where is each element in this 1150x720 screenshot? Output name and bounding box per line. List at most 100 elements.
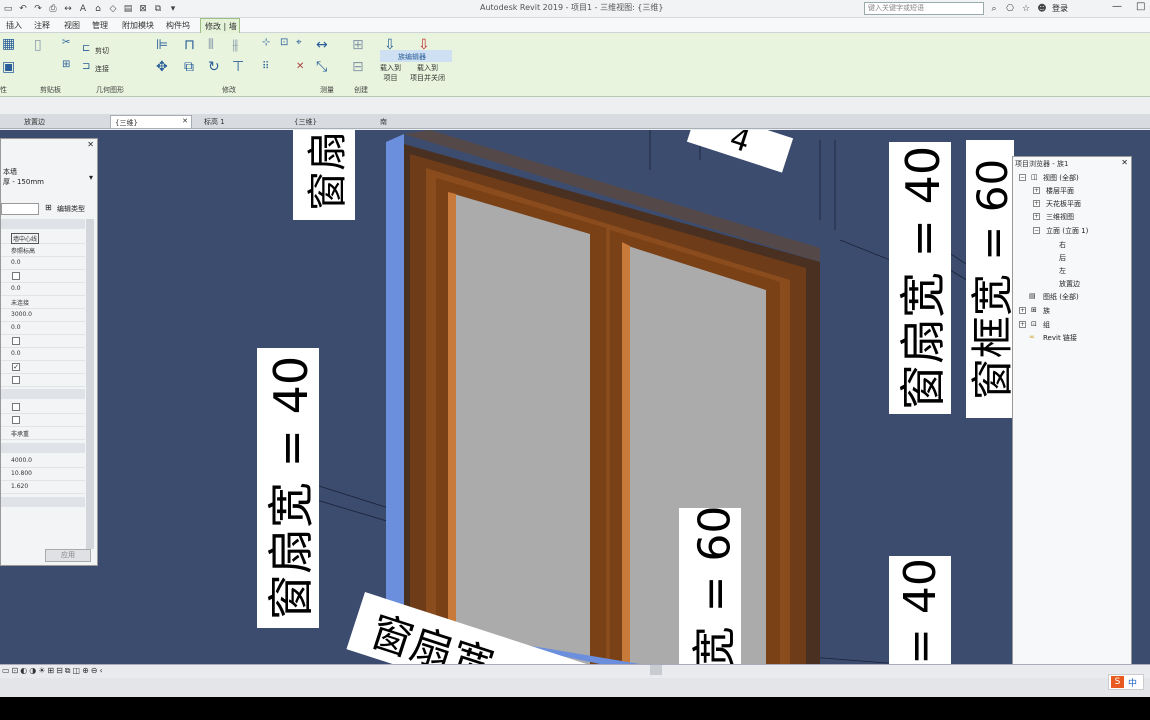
match-type-icon[interactable]: ⊞ <box>62 59 70 70</box>
tab-insert[interactable]: 插入 <box>6 20 22 31</box>
split-icon[interactable]: ⊹ <box>262 37 270 48</box>
view-control-icons[interactable]: ▭⊡◐◑☀⊞⊟⧉◫⊕⊖‹ <box>2 666 105 676</box>
checkbox[interactable] <box>12 403 20 411</box>
3d-viewport[interactable]: 窗扇 4 窗扇宽 = 40 窗扇宽 = 40 宽 = 60 窗扇宽 = 40 窗… <box>0 130 1150 664</box>
prop-row-room-bounding[interactable]: ✓ <box>1 361 85 374</box>
measure-icon[interactable]: ↔ <box>62 4 74 15</box>
tree-item-3d-views[interactable]: 三维视图 <box>1046 212 1074 222</box>
mirror-axis-icon[interactable]: ⫴ <box>208 37 214 53</box>
type-subtitle[interactable]: 厚 - 150mm <box>3 177 44 187</box>
tab-view-place-edge[interactable]: 放置边 <box>20 115 49 128</box>
properties-scrollbar[interactable] <box>86 219 94 549</box>
collapse-icon[interactable]: − <box>1033 227 1040 234</box>
tab-addins[interactable]: 附加模块 <box>122 20 154 31</box>
collapse-icon[interactable]: − <box>1019 174 1026 181</box>
tree-item-ceiling-plans[interactable]: 天花板平面 <box>1046 199 1081 209</box>
3d-view-icon[interactable]: ⌂ <box>92 4 104 15</box>
chevron-down-icon[interactable]: ▾ <box>89 173 93 182</box>
trim-icon[interactable]: ⊤ <box>232 59 244 75</box>
array-icon[interactable]: ⠿ <box>262 61 269 72</box>
tree-item-views[interactable]: 视图 (全部) <box>1043 173 1079 183</box>
prop-row-unconnected-height[interactable]: 3000.0 <box>1 309 85 322</box>
checkbox-checked[interactable]: ✓ <box>12 363 20 371</box>
prop-row-base-attached[interactable] <box>1 270 85 283</box>
close-icon[interactable]: ✕ <box>182 117 188 125</box>
tab-view-3d-2[interactable]: {三维} <box>290 115 321 128</box>
properties-icon[interactable]: ▣ <box>2 59 15 75</box>
prop-row-base-constraint[interactable]: 参照标高 <box>1 244 85 257</box>
close-icon[interactable]: ✕ <box>1121 158 1128 167</box>
horizontal-scrollbar-thumb[interactable] <box>650 665 662 675</box>
move-icon[interactable]: ✥ <box>156 59 168 75</box>
dimension-icon[interactable]: ⤡ <box>316 59 327 75</box>
load-into-project-button[interactable]: 载入到 项目 <box>380 63 401 83</box>
tree-item-left[interactable]: 左 <box>1059 266 1066 276</box>
tab-modify-wall[interactable]: 修改 | 墙 <box>200 18 240 33</box>
join-geometry-label[interactable]: 连接 <box>95 64 109 74</box>
copy-icon[interactable]: ⧉ <box>184 59 194 75</box>
tree-item-elevations[interactable]: 立面 (立面 1) <box>1046 226 1088 236</box>
tree-item-groups[interactable]: 组 <box>1043 320 1050 330</box>
checkbox[interactable] <box>12 416 20 424</box>
apply-button[interactable]: 应用 <box>45 549 91 562</box>
open-icon[interactable]: ▭ <box>2 4 14 15</box>
tree-item-floor-plans[interactable]: 楼层平面 <box>1046 186 1074 196</box>
cope-icon[interactable]: ⊏ <box>82 43 90 54</box>
section-header[interactable] <box>1 389 85 399</box>
cut-icon[interactable]: ✂ <box>62 37 70 48</box>
tab-view[interactable]: 视图 <box>64 20 80 31</box>
tree-item-revit-links[interactable]: Revit 链接 <box>1043 333 1077 343</box>
tab-component-dock[interactable]: 构件坞 <box>166 20 190 31</box>
close-hidden-icon[interactable]: ⊠ <box>137 4 149 15</box>
prop-row-top-constraint[interactable]: 未连接 <box>1 296 85 309</box>
measure-between-icon[interactable]: ↔ <box>316 37 328 53</box>
load-and-close-button[interactable]: 载入到 项目并关闭 <box>410 63 445 83</box>
tree-item-back[interactable]: 后 <box>1059 253 1066 263</box>
prop-row-location-line[interactable]: 墙中心线 <box>1 231 85 244</box>
prop-row-base-extension[interactable]: 0.0 <box>1 283 85 296</box>
section-icon[interactable]: ◇ <box>107 4 119 15</box>
edit-type-icon[interactable]: ⊞ <box>45 203 52 212</box>
scale-icon[interactable]: ⊡ <box>280 37 288 48</box>
mirror-draw-icon[interactable]: ⫵ <box>232 37 238 53</box>
prop-row-top-attached[interactable] <box>1 335 85 348</box>
close-icon[interactable]: ✕ <box>87 140 94 149</box>
create-group-icon[interactable]: ⊟ <box>352 59 364 75</box>
prop-row-structural[interactable] <box>1 401 85 414</box>
offset-icon[interactable]: ⊓ <box>184 37 195 53</box>
prop-row-structural-usage[interactable]: 非承重 <box>1 427 85 440</box>
expand-icon[interactable]: + <box>1033 213 1040 220</box>
modify-icon[interactable]: ▦ <box>2 36 15 52</box>
tab-view-level-1[interactable]: 标高 1 <box>200 115 229 128</box>
rotate-icon[interactable]: ↻ <box>208 59 220 75</box>
prop-row-base-offset[interactable]: 0.0 <box>1 257 85 270</box>
expand-icon[interactable]: + <box>1019 307 1026 314</box>
minimize-button[interactable]: — <box>1112 1 1122 12</box>
prop-row-related-to-mass[interactable] <box>1 374 85 387</box>
join-icon[interactable]: ⊐ <box>82 61 90 72</box>
favorites-icon[interactable]: ☆ <box>1020 3 1032 14</box>
section-header[interactable] <box>1 443 85 453</box>
search-input[interactable]: 键入关键字或短语 <box>864 2 984 15</box>
ime-indicator[interactable]: S 中 <box>1108 674 1144 690</box>
align-icon[interactable]: ⊫ <box>156 37 168 53</box>
prop-row-enable-analytical[interactable] <box>1 414 85 427</box>
text-icon[interactable]: A <box>77 4 89 15</box>
chevron-down-icon[interactable]: ▾ <box>167 4 179 15</box>
tree-item-sheets[interactable]: 图纸 (全部) <box>1043 292 1079 302</box>
binoculars-icon[interactable]: ⌕ <box>988 3 1000 14</box>
tree-item-families[interactable]: 族 <box>1043 306 1050 316</box>
sign-in-link[interactable]: 登录 <box>1052 3 1068 14</box>
pin-icon[interactable]: ⌖ <box>296 37 302 48</box>
cut-geometry-label[interactable]: 剪切 <box>95 46 109 56</box>
delete-icon[interactable]: ✕ <box>296 61 304 72</box>
expand-icon[interactable]: + <box>1019 321 1026 328</box>
print-icon[interactable]: ⎙ <box>47 4 59 15</box>
tab-view-south[interactable]: 南 <box>376 115 391 128</box>
checkbox[interactable] <box>12 337 20 345</box>
expand-icon[interactable]: + <box>1033 187 1040 194</box>
tree-item-right[interactable]: 右 <box>1059 240 1066 250</box>
thin-lines-icon[interactable]: ▤ <box>122 4 134 15</box>
tree-item-place-edge[interactable]: 放置边 <box>1059 279 1080 289</box>
undo-icon[interactable]: ↶ <box>17 4 29 15</box>
